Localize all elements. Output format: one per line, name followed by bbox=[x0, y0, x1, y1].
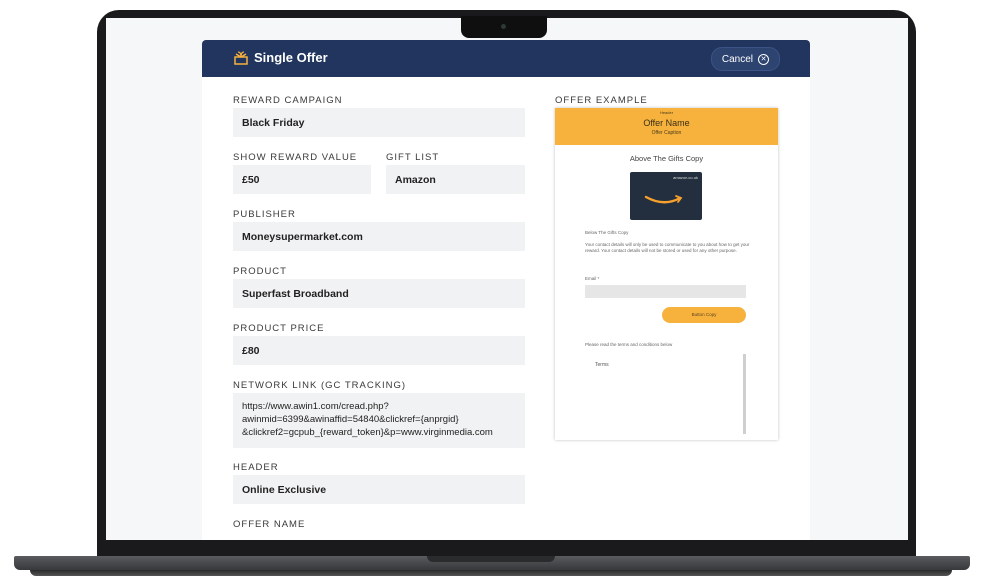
reward-campaign-field[interactable]: Black Friday bbox=[233, 108, 525, 137]
camera-notch bbox=[461, 16, 547, 38]
header-field[interactable]: Online Exclusive bbox=[233, 475, 525, 504]
preview-header-small: Header bbox=[659, 110, 674, 115]
network-link-field[interactable]: https://www.awin1.com/cread.php? awinmid… bbox=[233, 393, 525, 448]
cancel-label: Cancel bbox=[721, 53, 753, 65]
publisher-label: PUBLISHER bbox=[233, 209, 296, 220]
product-label: PRODUCT bbox=[233, 266, 287, 277]
amazon-smile-icon bbox=[644, 195, 683, 204]
close-circle-icon: ✕ bbox=[758, 53, 769, 65]
screen: Single Offer Cancel ✕ REWARD CAMPAIGN Bl… bbox=[106, 18, 908, 540]
gift-list-label: GIFT LIST bbox=[386, 152, 440, 163]
offer-example-label: OFFER EXAMPLE bbox=[555, 95, 648, 106]
modal-header: Single Offer Cancel ✕ bbox=[202, 40, 810, 77]
network-link-line: awinmid=6399&awinaffid=54840&clickref={a… bbox=[242, 414, 459, 425]
terms-scrollbar bbox=[743, 354, 746, 434]
publisher-field[interactable]: Moneysupermarket.com bbox=[233, 222, 525, 251]
preview-terms-note: Please read the terms and conditions bel… bbox=[585, 342, 673, 347]
camera-icon bbox=[501, 24, 506, 29]
preview-below-copy: Below The Gifts Copy bbox=[585, 230, 629, 235]
laptop-base-shadow bbox=[30, 570, 952, 576]
offer-preview-card: Header Offer Name Offer Caption Above Th… bbox=[555, 108, 778, 440]
preview-offer-name: Offer Name bbox=[643, 118, 690, 128]
preview-cta-button: Button Copy bbox=[662, 307, 746, 323]
network-link-line: https://www.awin1.com/cread.php? bbox=[242, 401, 389, 412]
show-reward-value-label: SHOW REWARD VALUE bbox=[233, 152, 358, 163]
cancel-button[interactable]: Cancel ✕ bbox=[710, 47, 780, 71]
preview-email-input bbox=[585, 285, 746, 298]
single-offer-modal: Single Offer Cancel ✕ REWARD CAMPAIGN Bl… bbox=[202, 40, 810, 540]
network-link-label: NETWORK LINK (GC TRACKING) bbox=[233, 380, 407, 391]
show-reward-value-field[interactable]: £50 bbox=[233, 165, 371, 194]
reward-campaign-label: REWARD CAMPAIGN bbox=[233, 95, 343, 106]
network-link-line: &clickref2=gcpub_{reward_token}&p=www.vi… bbox=[242, 427, 493, 438]
product-field[interactable]: Superfast Broadband bbox=[233, 279, 525, 308]
preview-header: Header Offer Name Offer Caption bbox=[555, 108, 778, 145]
preview-offer-caption: Offer Caption bbox=[651, 130, 682, 136]
preview-contact-note: Your contact details will only be used t… bbox=[585, 242, 750, 253]
product-price-field[interactable]: £80 bbox=[233, 336, 525, 365]
preview-terms-label: Terms bbox=[595, 362, 609, 368]
laptop-hinge bbox=[427, 556, 555, 562]
offer-name-label: OFFER NAME bbox=[233, 519, 306, 530]
gift-icon bbox=[234, 51, 248, 65]
giftcard-brand: amazon.co.uk bbox=[673, 175, 698, 180]
modal-title: Single Offer bbox=[254, 50, 328, 65]
preview-email-label: Email * bbox=[585, 276, 600, 281]
amazon-giftcard-image: amazon.co.uk bbox=[630, 172, 702, 220]
preview-above-copy: Above The Gifts Copy bbox=[629, 154, 704, 163]
product-price-label: PRODUCT PRICE bbox=[233, 323, 325, 334]
header-label: HEADER bbox=[233, 462, 279, 473]
gift-list-select[interactable]: Amazon bbox=[386, 165, 525, 194]
preview-terms-box: Terms bbox=[585, 354, 746, 434]
